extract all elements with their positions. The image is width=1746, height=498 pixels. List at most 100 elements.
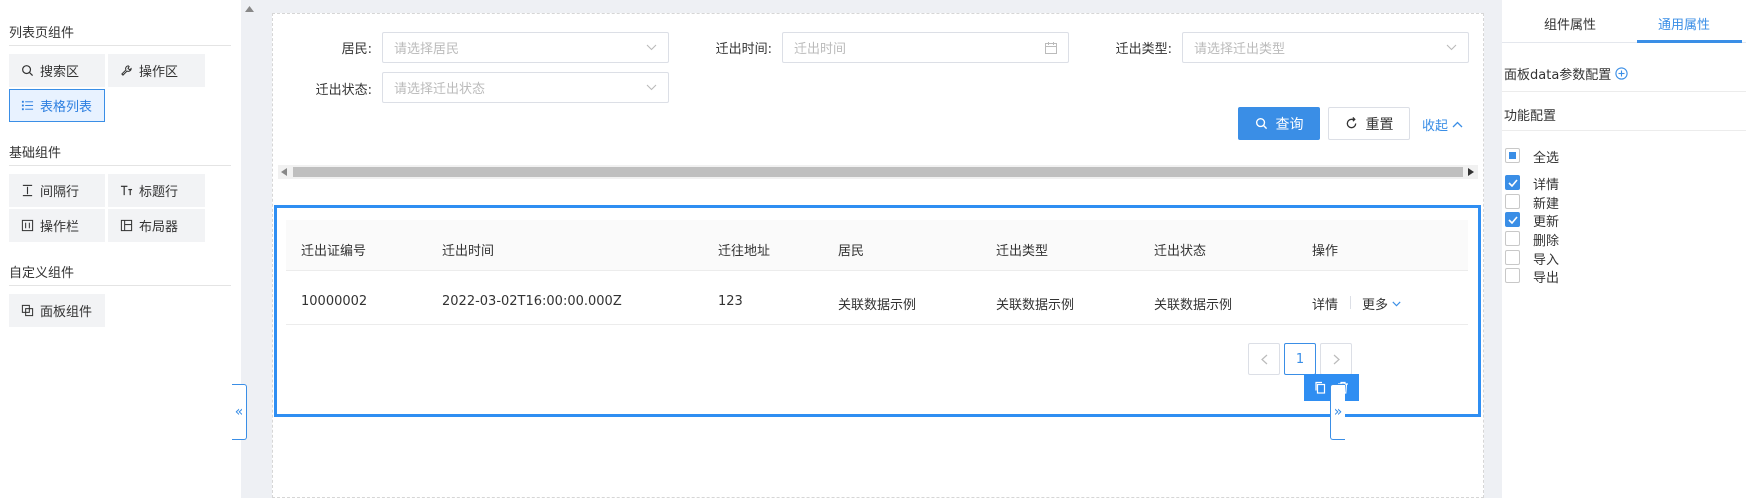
option-checkbox-export[interactable] — [1505, 268, 1520, 283]
more-dropdown[interactable]: 更多 — [1362, 294, 1401, 313]
palette-item-action-area[interactable]: 操作区 — [108, 54, 205, 87]
horizontal-scrollbar[interactable] — [278, 165, 1478, 179]
divider — [1502, 91, 1746, 92]
option-label: 详情 — [1533, 178, 1560, 193]
chevron-down-icon — [1446, 44, 1457, 51]
divider — [9, 165, 231, 166]
palette-item-spacer-row[interactable]: 间隔行 — [9, 174, 105, 207]
palette-item-label: 布局器 — [139, 220, 179, 235]
tab-common-props[interactable]: 通用属性 — [1658, 14, 1710, 33]
option-checkbox-delete[interactable] — [1505, 231, 1520, 246]
option-label: 更新 — [1533, 215, 1560, 230]
move-out-time-picker[interactable]: 迁出时间 — [782, 32, 1069, 63]
select-all-label: 全选 — [1533, 151, 1560, 166]
chevron-left-icon — [1260, 354, 1267, 364]
tab-component-props[interactable]: 组件属性 — [1544, 14, 1596, 33]
active-tab-indicator — [1637, 40, 1742, 43]
move-out-time-label: 迁出时间: — [715, 42, 772, 57]
section-title-list-components: 列表页组件 — [9, 26, 75, 41]
column-header: 迁出证编号 — [301, 244, 367, 259]
chevron-down-icon — [1392, 301, 1401, 306]
detail-link[interactable]: 详情 — [1312, 294, 1338, 313]
section-title-custom-components: 自定义组件 — [9, 266, 75, 281]
resident-select[interactable]: 请选择居民 — [382, 32, 669, 63]
move-out-type-select[interactable]: 请选择迁出类型 — [1182, 32, 1469, 63]
palette-item-table-list[interactable]: 表格列表 — [9, 89, 105, 122]
text-icon — [120, 185, 133, 196]
palette-item-search-area[interactable]: 搜索区 — [9, 54, 105, 87]
feature-config-label: 功能配置 — [1504, 109, 1557, 124]
pagination-page-1[interactable]: 1 — [1284, 343, 1316, 375]
collapse-left-panel-button[interactable]: « — [232, 384, 247, 440]
collapse-right-panel-button[interactable]: » — [1330, 384, 1345, 440]
move-out-type-label: 迁出类型: — [1115, 42, 1172, 57]
palette-item-title-row[interactable]: 标题行 — [108, 174, 205, 207]
indeterminate-mark — [1509, 152, 1516, 159]
pagination-prev-button[interactable] — [1248, 343, 1280, 375]
chevron-down-icon — [646, 84, 657, 91]
palette-item-label: 操作栏 — [40, 220, 80, 235]
option-label: 导出 — [1533, 271, 1560, 286]
palette-item-label: 搜索区 — [40, 65, 80, 80]
query-button[interactable]: 查询 — [1238, 107, 1320, 140]
option-checkbox-detail[interactable] — [1505, 175, 1520, 190]
palette-item-layout[interactable]: 布局器 — [108, 209, 205, 242]
table-cell: 123 — [718, 294, 743, 309]
checkmark-icon — [1507, 215, 1518, 224]
collapse-toggle[interactable]: 收起 — [1422, 115, 1463, 134]
select-all-checkbox[interactable] — [1505, 148, 1520, 163]
chevron-right-icon — [1333, 354, 1340, 364]
table-cell: 关联数据示例 — [838, 298, 917, 313]
more-label: 更多 — [1362, 298, 1389, 313]
collapse-label: 收起 — [1422, 119, 1449, 134]
scroll-left-arrow-icon[interactable] — [281, 168, 287, 176]
move-out-status-label: 迁出状态: — [315, 83, 372, 98]
scroll-up-arrow-icon[interactable] — [245, 6, 254, 12]
component-palette: 列表页组件 搜索区 操作区 表格列表 基础组件 间隔行 标题行 操作栏 布局器 … — [0, 0, 237, 498]
list-icon — [21, 100, 34, 111]
palette-item-label: 操作区 — [139, 65, 179, 80]
column-header: 迁出时间 — [442, 244, 495, 259]
calendar-icon — [1045, 41, 1057, 54]
option-label: 新建 — [1533, 197, 1560, 212]
divider — [9, 285, 231, 286]
double-chevron-left-icon: « — [234, 404, 244, 420]
palette-item-action-bar[interactable]: 操作栏 — [9, 209, 105, 242]
table-cell: 2022-03-02T16:00:00.000Z — [442, 294, 622, 309]
pagination-next-button[interactable] — [1320, 343, 1352, 375]
option-label: 导入 — [1533, 253, 1560, 268]
copy-icon[interactable] — [1314, 381, 1326, 394]
reset-button[interactable]: 重置 — [1328, 107, 1410, 140]
toolbar-icon — [21, 219, 34, 232]
scrollbar-thumb[interactable] — [293, 167, 1463, 177]
plus-circle-icon[interactable] — [1615, 67, 1628, 80]
table-cell: 关联数据示例 — [1154, 298, 1233, 313]
palette-item-panel-component[interactable]: 面板组件 — [9, 294, 105, 327]
chevron-up-icon — [1452, 121, 1463, 128]
divider — [9, 45, 231, 46]
column-header: 迁出状态 — [1154, 244, 1207, 259]
scroll-right-arrow-icon[interactable] — [1468, 168, 1474, 176]
column-header: 操作 — [1312, 244, 1339, 259]
search-icon — [22, 65, 34, 77]
spacer-icon — [22, 184, 33, 197]
refresh-icon — [1346, 117, 1356, 129]
action-divider — [1350, 296, 1351, 309]
option-checkbox-import[interactable] — [1505, 250, 1520, 265]
column-header: 迁出类型 — [996, 244, 1049, 259]
wrench-icon — [121, 65, 132, 76]
move-out-status-select[interactable]: 请选择迁出状态 — [382, 72, 669, 103]
table-list-component[interactable]: 迁出证编号 迁出时间 迁往地址 居民 迁出类型 迁出状态 操作 10000002… — [274, 205, 1481, 417]
option-checkbox-update[interactable] — [1505, 212, 1520, 227]
palette-item-label: 间隔行 — [40, 185, 80, 200]
palette-item-label: 标题行 — [139, 185, 179, 200]
table-cell: 关联数据示例 — [996, 298, 1075, 313]
data-config-label: 面板data参数配置 — [1504, 68, 1612, 83]
column-header: 迁往地址 — [718, 244, 771, 259]
move-out-type-placeholder: 请选择迁出类型 — [1194, 42, 1286, 57]
checkmark-icon — [1507, 178, 1518, 187]
move-out-time-placeholder: 迁出时间 — [794, 42, 847, 57]
option-checkbox-create[interactable] — [1505, 194, 1520, 209]
data-config-row: 面板data参数配置 — [1504, 64, 1628, 83]
resident-select-placeholder: 请选择居民 — [394, 42, 460, 57]
